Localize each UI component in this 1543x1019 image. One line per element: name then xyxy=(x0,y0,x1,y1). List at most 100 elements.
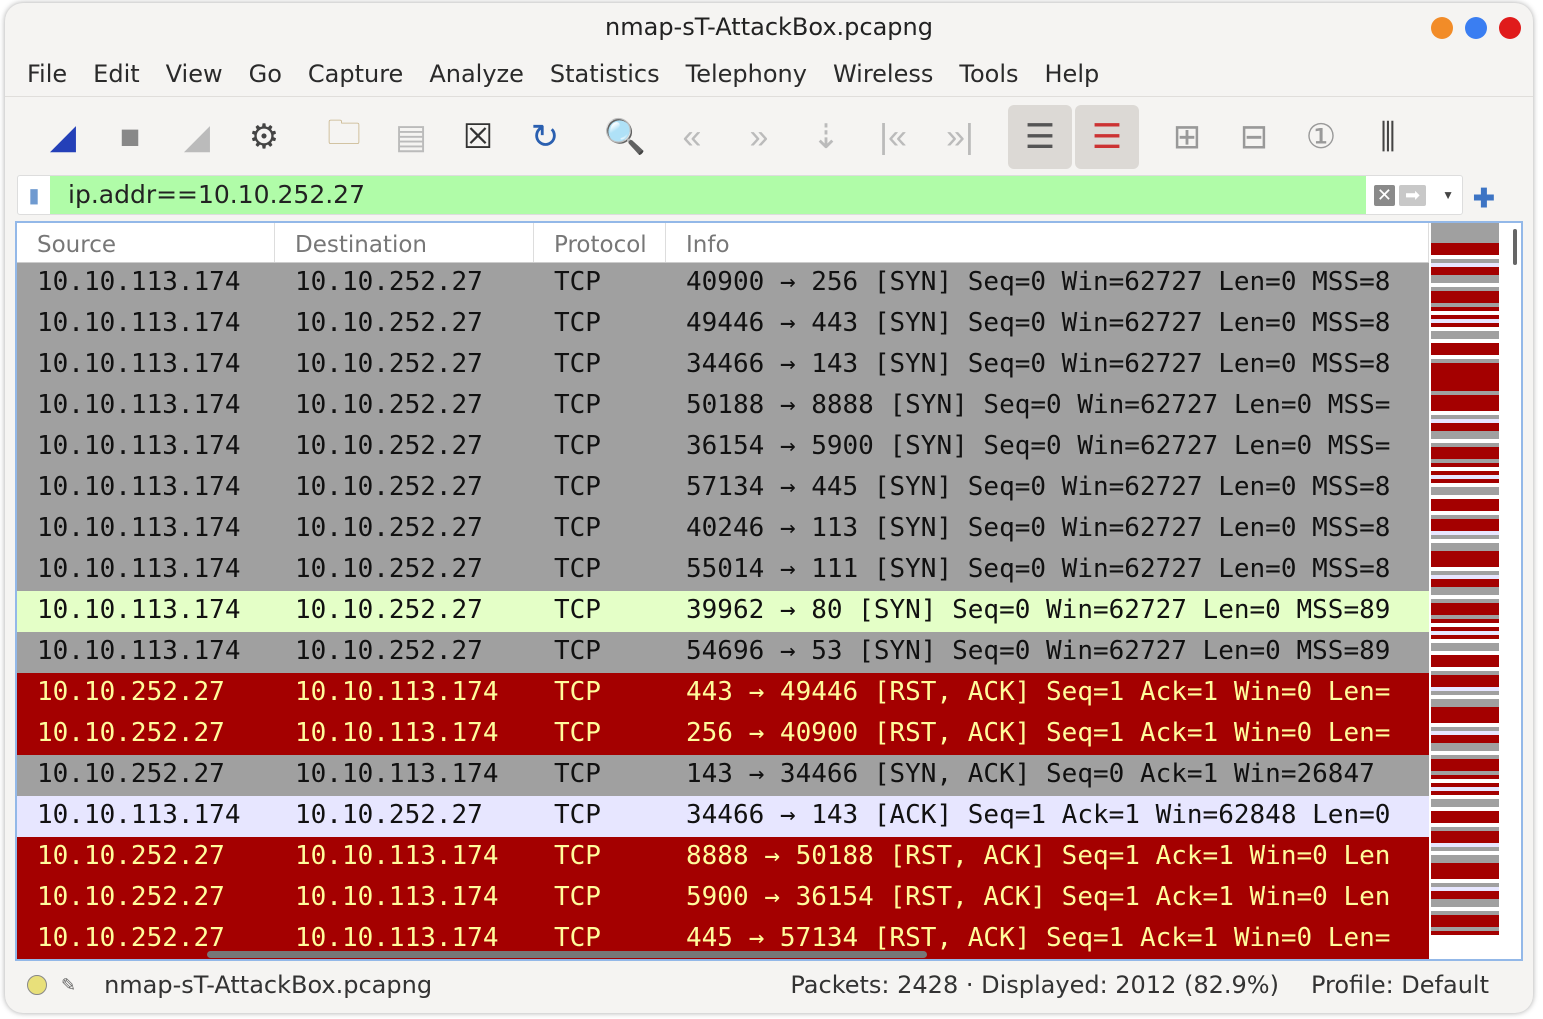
menu-tools[interactable]: Tools xyxy=(959,60,1018,88)
zoom-out-icon: ⊟ xyxy=(1239,118,1269,156)
packet-row[interactable]: 10.10.252.27 10.10.113.174 TCP 443 → 49446 … xyxy=(17,673,1429,714)
packet-info: 55014 → 111 [SYN] Seq=0 Win=62727 Len=0 … xyxy=(686,554,1391,584)
menu-wireless[interactable]: Wireless xyxy=(833,60,933,88)
menu-help[interactable]: Help xyxy=(1045,60,1100,88)
zoom-in-button[interactable]: ⊞ xyxy=(1155,105,1219,169)
apply-filter-icon[interactable]: ➡ xyxy=(1399,184,1427,206)
packet-row[interactable]: 10.10.113.174 10.10.252.27 TCP 54696 → 53 [… xyxy=(17,632,1429,673)
status-profile[interactable]: Profile: Default xyxy=(1311,971,1489,999)
last-packet-button[interactable]: »| xyxy=(928,105,992,169)
column-header-protocol[interactable]: Protocol xyxy=(534,223,666,262)
go-forward-button[interactable]: » xyxy=(727,105,791,169)
minimap-stripe xyxy=(1431,931,1499,935)
horizontal-scrollbar[interactable] xyxy=(207,951,927,958)
go-forward-icon: » xyxy=(749,117,769,156)
packet-source: 10.10.113.174 xyxy=(37,390,241,420)
packet-protocol: TCP xyxy=(554,800,601,830)
capture-options-icon: ⚙ xyxy=(248,118,280,156)
reload-file-button[interactable]: ↻ xyxy=(513,105,577,169)
packet-row[interactable]: 10.10.113.174 10.10.252.27 TCP 57134 → 445 … xyxy=(17,468,1429,509)
packet-row[interactable]: 10.10.113.174 10.10.252.27 TCP 34466 → 143 … xyxy=(17,796,1429,837)
packet-destination: 10.10.113.174 xyxy=(295,718,499,748)
close-file-button[interactable]: ☒ xyxy=(446,105,510,169)
packet-row[interactable]: 10.10.113.174 10.10.252.27 TCP 40900 → 256 … xyxy=(17,263,1429,304)
packet-source: 10.10.252.27 xyxy=(37,759,225,789)
zoom-out-button[interactable]: ⊟ xyxy=(1222,105,1286,169)
packet-destination: 10.10.252.27 xyxy=(295,513,483,543)
packet-destination: 10.10.252.27 xyxy=(295,431,483,461)
capture-options-button[interactable]: ⚙ xyxy=(232,105,296,169)
column-header-source[interactable]: Source xyxy=(17,223,275,262)
packet-row[interactable]: 10.10.113.174 10.10.252.27 TCP 49446 → 443 … xyxy=(17,304,1429,345)
minimize-button[interactable] xyxy=(1431,17,1453,39)
menu-telephony[interactable]: Telephony xyxy=(686,60,807,88)
packet-protocol: TCP xyxy=(554,308,601,338)
packet-source: 10.10.113.174 xyxy=(37,554,241,584)
packet-source: 10.10.252.27 xyxy=(37,677,225,707)
packet-row[interactable]: 10.10.113.174 10.10.252.27 TCP 50188 → 8888… xyxy=(17,386,1429,427)
menu-view[interactable]: View xyxy=(166,60,223,88)
clear-filter-icon[interactable]: ✕ xyxy=(1373,184,1396,206)
restart-capture-button[interactable]: ◢ xyxy=(165,105,229,169)
bookmark-icon[interactable]: ▮ xyxy=(18,176,50,214)
last-packet-icon: »| xyxy=(946,117,974,156)
menu-statistics[interactable]: Statistics xyxy=(550,60,660,88)
add-filter-button-icon[interactable]: ✚ xyxy=(1473,183,1495,214)
go-to-packet-icon: ⇣ xyxy=(811,118,841,156)
autoscroll-button[interactable]: ☰ xyxy=(1008,105,1072,169)
open-file-button[interactable]: 🗀 xyxy=(312,105,376,169)
find-packet-button[interactable]: 🔍 xyxy=(593,105,657,169)
zoom-in-icon: ⊞ xyxy=(1172,118,1202,156)
status-bar: ✎ nmap-sT-AttackBox.pcapng Packets: 2428… xyxy=(5,965,1533,1005)
normal-size-button[interactable]: ① xyxy=(1289,105,1353,169)
start-capture-button[interactable]: ◢ xyxy=(31,105,95,169)
menu-edit[interactable]: Edit xyxy=(93,60,139,88)
column-header-info[interactable]: Info xyxy=(666,223,1429,262)
packet-destination: 10.10.252.27 xyxy=(295,595,483,625)
packet-protocol: TCP xyxy=(554,882,601,912)
packet-row[interactable]: 10.10.113.174 10.10.252.27 TCP 39962 → 80 [… xyxy=(17,591,1429,632)
vertical-scrollbar[interactable] xyxy=(1513,229,1517,265)
colorize-button[interactable]: ☰ xyxy=(1075,105,1139,169)
close-button[interactable] xyxy=(1499,17,1521,39)
packet-row[interactable]: 10.10.113.174 10.10.252.27 TCP 40246 → 113 … xyxy=(17,509,1429,550)
packet-row[interactable]: 10.10.252.27 10.10.113.174 TCP 5900 → 36154… xyxy=(17,878,1429,919)
menu-analyze[interactable]: Analyze xyxy=(429,60,524,88)
packet-row[interactable]: 10.10.252.27 10.10.113.174 TCP 256 → 40900 … xyxy=(17,714,1429,755)
save-file-icon: ▤ xyxy=(394,118,428,156)
packet-row[interactable]: 10.10.252.27 10.10.113.174 TCP 143 → 34466 … xyxy=(17,755,1429,796)
filter-history-dropdown[interactable]: ▼ xyxy=(1442,188,1454,202)
menu-capture[interactable]: Capture xyxy=(308,60,403,88)
stop-capture-button[interactable]: ■ xyxy=(98,105,162,169)
close-file-icon: ☒ xyxy=(462,118,494,156)
packet-row[interactable]: 10.10.113.174 10.10.252.27 TCP 55014 → 111 … xyxy=(17,550,1429,591)
packet-row[interactable]: 10.10.113.174 10.10.252.27 TCP 36154 → 5900… xyxy=(17,427,1429,468)
capture-comment-icon[interactable]: ✎ xyxy=(61,975,76,996)
packet-info: 36154 → 5900 [SYN] Seq=0 Win=62727 Len=0… xyxy=(686,431,1391,461)
first-packet-button[interactable]: |« xyxy=(861,105,925,169)
save-file-button[interactable]: ▤ xyxy=(379,105,443,169)
go-back-icon: « xyxy=(682,117,702,156)
normal-size-icon: ① xyxy=(1305,118,1337,156)
menu-file[interactable]: File xyxy=(27,60,67,88)
menu-go[interactable]: Go xyxy=(249,60,282,88)
packet-protocol: TCP xyxy=(554,431,601,461)
go-back-button[interactable]: « xyxy=(660,105,724,169)
go-to-packet-button[interactable]: ⇣ xyxy=(794,105,858,169)
packet-minimap-scrollbar[interactable] xyxy=(1431,223,1499,935)
column-header-destination[interactable]: Destination xyxy=(275,223,534,262)
packet-row[interactable]: 10.10.252.27 10.10.113.174 TCP 8888 → 50188… xyxy=(17,837,1429,878)
packet-protocol: TCP xyxy=(554,677,601,707)
display-filter-input[interactable]: ip.addr==10.10.252.27 xyxy=(50,176,1366,214)
status-packet-counts: Packets: 2428 · Displayed: 2012 (82.9%) xyxy=(790,971,1279,999)
packet-destination: 10.10.252.27 xyxy=(295,554,483,584)
resize-columns-button[interactable]: ⫼ xyxy=(1356,105,1420,169)
expert-info-icon[interactable] xyxy=(27,975,47,995)
maximize-button[interactable] xyxy=(1465,17,1487,39)
packet-info: 57134 → 445 [SYN] Seq=0 Win=62727 Len=0 … xyxy=(686,472,1391,502)
packet-list: Source Destination Protocol Info 10.10.113.… xyxy=(15,221,1523,961)
main-toolbar: ◢ ■ ◢ ⚙ 🗀 ▤ ☒ ↻ 🔍 « » ⇣ |« »| ☰ ☰ ⊞ ⊟ ① ⫼ xyxy=(5,97,1533,177)
packet-row[interactable]: 10.10.113.174 10.10.252.27 TCP 34466 → 143 … xyxy=(17,345,1429,386)
colorize-icon: ☰ xyxy=(1091,118,1123,156)
packet-protocol: TCP xyxy=(554,267,601,297)
